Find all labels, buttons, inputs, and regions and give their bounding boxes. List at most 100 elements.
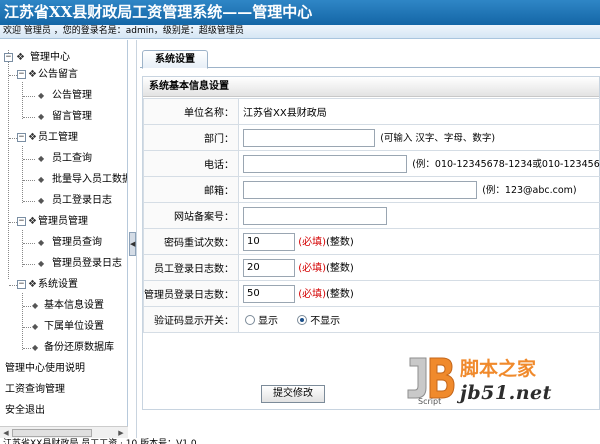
field-label: 单位名称： xyxy=(143,98,239,125)
form-cell xyxy=(237,202,600,229)
sidebar-horizontal-scrollbar[interactable]: ◀ ▶ xyxy=(0,426,128,438)
sidebar-item-label: 批量导入员工数据 xyxy=(52,174,128,185)
sidebar-item-basic-info[interactable]: ◆ 基本信息设置 xyxy=(0,296,127,316)
sidebar-item-notice-manage[interactable]: ◆ 公告管理 xyxy=(0,86,127,106)
emp-log-input[interactable] xyxy=(243,258,295,277)
tree-branch xyxy=(23,327,31,328)
sidebar-item-employee-import[interactable]: ◆ 批量导入员工数据 xyxy=(0,170,128,190)
form-cell: (必填)(整数) xyxy=(237,254,600,281)
leaf-diamond-icon: ◆ xyxy=(32,322,39,331)
tab-system-settings[interactable]: 系统设置 xyxy=(142,50,208,69)
captcha-show-radio[interactable] xyxy=(245,314,255,325)
sidebar-link-salary-query[interactable]: 工资查询管理 xyxy=(0,380,127,400)
sidebar-item-admin-login-log[interactable]: ◆ 管理员登录日志 xyxy=(0,254,127,274)
tree-branch xyxy=(9,138,17,139)
sidebar-item-label: 员工查询 xyxy=(52,153,92,164)
form-cell: (例：010-12345678-1234或010-12345678或 xyxy=(237,150,600,177)
leaf-diamond-icon: ◆ xyxy=(32,343,39,352)
form-row-phone: 电话： (例：010-12345678-1234或010-12345678或 xyxy=(143,150,600,177)
sidebar-item-label: 公告管理 xyxy=(52,90,92,101)
group-node-icon: ❖ xyxy=(28,216,37,227)
sidebar-item-label: 留言管理 xyxy=(52,111,92,122)
sidebar-item-employee-query[interactable]: ◆ 员工查询 xyxy=(0,149,127,169)
tree-group-system-settings[interactable]: − ❖ 系统设置 xyxy=(0,275,127,295)
field-label: 电话： xyxy=(143,150,239,177)
pwd-retry-input[interactable] xyxy=(243,232,295,251)
sidebar-item-admin-query[interactable]: ◆ 管理员查询 xyxy=(0,233,127,253)
unit-note: (整数) xyxy=(326,262,354,274)
collapse-icon[interactable]: − xyxy=(17,217,26,226)
sidebar-item-label: 基本信息设置 xyxy=(44,300,104,311)
form-row-icp: 网站备案号： xyxy=(143,202,600,229)
required-mark: (必填) xyxy=(298,288,326,300)
leaf-diamond-icon: ◆ xyxy=(38,196,45,205)
leaf-diamond-icon: ◆ xyxy=(38,112,45,121)
field-hint: (例：010-12345678-1234或010-12345678或 xyxy=(412,158,600,170)
sidebar-link-help[interactable]: 管理中心使用说明 xyxy=(0,359,127,379)
leaf-diamond-icon: ◆ xyxy=(38,259,45,268)
group-node-icon: ❖ xyxy=(28,132,37,143)
frame-divider xyxy=(136,40,137,438)
sidebar-item-label: 管理员查询 xyxy=(52,237,102,248)
sidebar-item-label: 下属单位设置 xyxy=(44,321,104,332)
scrollbar-thumb[interactable] xyxy=(12,429,92,437)
sidebar-link-label: 管理中心使用说明 xyxy=(5,363,85,374)
form-cell: (例：123@abc.com) xyxy=(237,176,600,203)
phone-input[interactable] xyxy=(243,154,407,173)
field-label: 邮箱： xyxy=(143,176,239,203)
sidebar-link-logout[interactable]: 安全退出 xyxy=(0,401,127,421)
field-hint: (可输入 汉字、字母、数字) xyxy=(380,132,496,144)
form-row-emp-log: 员工登录日志数： (必填)(整数) xyxy=(143,254,600,281)
settings-form: 单位名称： 江苏省XX县财政局 部门： (可输入 汉字、字母、数字) 电话： (… xyxy=(143,98,600,333)
tree-group-announcements[interactable]: − ❖ 公告留言 xyxy=(0,65,127,85)
panel-title: 系统基本信息设置 xyxy=(143,77,599,97)
email-input[interactable] xyxy=(243,180,477,199)
field-hint: (例：123@abc.com) xyxy=(482,184,577,196)
form-cell: (必填)(整数) xyxy=(237,228,600,255)
collapse-icon[interactable]: − xyxy=(17,280,26,289)
settings-panel: 系统基本信息设置 单位名称： 江苏省XX县财政局 部门： (可输入 汉字、字母、… xyxy=(142,76,600,410)
tree-branch xyxy=(9,222,17,223)
tree-branch xyxy=(23,306,31,307)
captcha-hide-radio[interactable] xyxy=(297,314,308,325)
submit-button[interactable]: 提交修改 xyxy=(261,385,325,403)
sidebar-toggle-button[interactable]: ◀ xyxy=(129,232,136,256)
leaf-diamond-icon: ◆ xyxy=(38,154,45,163)
tree-branch xyxy=(9,75,17,76)
sidebar-item-sub-units[interactable]: ◆ 下属单位设置 xyxy=(0,317,127,337)
tree-group-admins[interactable]: − ❖ 管理员管理 xyxy=(0,212,127,232)
scroll-right-icon[interactable]: ▶ xyxy=(116,428,126,438)
tree-group-employees[interactable]: − ❖ 员工管理 xyxy=(0,128,127,148)
leaf-diamond-icon: ◆ xyxy=(32,301,39,310)
collapse-icon[interactable]: − xyxy=(17,70,26,79)
collapse-icon[interactable]: − xyxy=(17,133,26,142)
group-node-icon: ❖ xyxy=(28,69,37,80)
collapse-icon[interactable]: − xyxy=(4,53,13,62)
form-row-unit-name: 单位名称： 江苏省XX县财政局 xyxy=(143,98,600,125)
tree-branch xyxy=(23,264,35,265)
required-mark: (必填) xyxy=(298,262,326,274)
unit-note: (整数) xyxy=(326,288,354,300)
radio-label: 不显示 xyxy=(310,316,341,327)
welcome-bar: 欢迎 管理员 ，您的登录名是：admin，级别是：超级管理员 xyxy=(0,25,600,39)
field-label: 员工登录日志数： xyxy=(143,254,239,281)
leaf-diamond-icon: ◆ xyxy=(38,175,45,184)
tree-branch xyxy=(23,159,35,160)
icp-input[interactable] xyxy=(243,206,387,225)
radio-label: 显示 xyxy=(258,316,278,327)
sidebar-item-backup-restore[interactable]: ◆ 备份还原数据库 xyxy=(0,338,127,358)
admin-log-input[interactable] xyxy=(243,284,295,303)
form-row-pwd-retry: 密码重试次数： (必填)(整数) xyxy=(143,228,600,255)
field-label: 验证码显示开关： xyxy=(143,306,239,333)
scroll-left-icon[interactable]: ◀ xyxy=(1,428,11,438)
tree-branch xyxy=(23,117,35,118)
dept-input[interactable] xyxy=(243,128,375,147)
form-cell: (可输入 汉字、字母、数字) xyxy=(237,124,600,151)
field-label: 管理员登录日志数： xyxy=(143,280,239,307)
sidebar-item-employee-login-log[interactable]: ◆ 员工登录日志 xyxy=(0,191,127,211)
sidebar-item-message-manage[interactable]: ◆ 留言管理 xyxy=(0,107,127,127)
tree-branch xyxy=(23,96,35,97)
sidebar-item-label: 备份还原数据库 xyxy=(44,342,114,353)
leaf-diamond-icon: ◆ xyxy=(38,91,45,100)
chevron-left-icon: ◀ xyxy=(130,240,136,248)
